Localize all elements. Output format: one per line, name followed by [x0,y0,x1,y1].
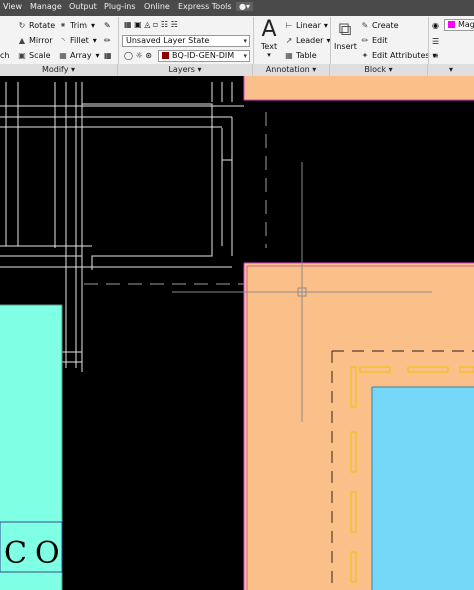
drawing-canvas[interactable]: CO [0,76,474,590]
modify-panel-title[interactable]: Modify ▾ [0,64,118,76]
array-dropdown-icon[interactable]: ▾ [96,51,100,60]
chevron-down-icon: ▾ [267,51,271,59]
menu-express-tools[interactable]: Express Tools [178,2,232,11]
layer-state-dropdown[interactable]: Unsaved Layer State ▾ [122,35,250,47]
menu-output[interactable]: Output [69,2,97,11]
menu-online[interactable]: Online [144,2,170,11]
text-button[interactable]: A Text ▾ [258,19,280,59]
chevron-down-icon: ▾ [243,52,247,60]
rotate-button[interactable]: ↻ Rotate [17,20,56,31]
drawing-svg [0,76,474,590]
block-panel-title[interactable]: Block ▾ [330,64,428,76]
scale-icon: ▣ [18,51,26,60]
text-large-a-icon: A [261,17,277,42]
leader-icon: ↗ [285,36,293,45]
array-button[interactable]: ▦ Array ▾ [58,50,100,61]
edit-block-button[interactable]: ✏ Edit [360,35,388,46]
menu-view[interactable]: View [3,2,22,11]
menu-manage[interactable]: Manage [30,2,62,11]
current-layer-dropdown[interactable]: BQ-ID-GEN-DIM ▾ [158,50,250,62]
mirror-icon: ▲ [18,36,26,45]
annotation-panel-title[interactable]: Annotation ▾ [253,64,330,76]
properties-panel-title[interactable]: ▾ [428,64,474,76]
color-dropdown[interactable]: Mag [444,19,474,31]
fillet-icon: ◝ [61,36,65,45]
menu-plugins[interactable]: Plug-ins [104,2,136,11]
table-button[interactable]: ▦ Table [284,50,316,61]
chevron-down-icon: ▾ [243,37,247,45]
blue-hatch [372,387,474,590]
mirror-button[interactable]: ▲ Mirror [17,35,53,46]
trim-button[interactable]: ⁕ Trim ▾ [58,20,95,31]
insert-button[interactable]: ⧉ Insert [334,19,357,52]
color-swatch [448,21,455,28]
linear-button[interactable]: ⊢ Linear ▾ [284,20,328,31]
edit-block-icon: ✏ [361,36,369,45]
linear-dropdown-icon[interactable]: ▾ [324,21,328,30]
array-icon: ▦ [59,51,67,60]
rotate-icon: ↻ [18,21,26,30]
partial-drawing-text: CO [4,536,68,571]
layer-status-icons: ◯ ☼ ⊛ [124,51,152,60]
layer-color-swatch [162,52,169,59]
layer-tools-icons[interactable]: ▦ ▣ ◬ ▫ ☷ ☵ [124,19,178,30]
create-block-button[interactable]: ✎ Create [360,20,399,31]
edit-attributes-button[interactable]: ✦ Edit Attributes ▾ [360,50,437,61]
fillet-button[interactable]: ◝ Fillet ▾ [58,35,97,46]
video-dropdown-icon[interactable]: ●▾ [236,2,253,11]
grid-tool-icon[interactable]: ▦ [104,50,112,61]
trim-icon: ⁕ [59,21,67,30]
edit-tool-icon[interactable]: ✏ [104,35,111,46]
table-icon: ▦ [285,51,293,60]
linear-dim-icon: ⊢ [285,21,293,30]
stretch-button[interactable]: ch [0,50,9,61]
edit-attributes-icon: ✦ [361,51,369,60]
trim-dropdown-icon[interactable]: ▾ [91,21,95,30]
linetype-icon[interactable]: ≡ [432,50,439,61]
layers-panel-title[interactable]: Layers ▾ [118,64,253,76]
menu-bar: View Manage Output Plug-ins Online Expre… [0,0,474,16]
orange-hatch-top [244,76,474,100]
create-block-icon: ✎ [361,21,369,30]
color-wheel-icon[interactable]: ◉ [432,20,439,31]
leader-button[interactable]: ↗ Leader ▾ [284,35,331,46]
insert-block-icon: ⧉ [338,19,352,40]
lineweight-icon[interactable]: ☰ [432,36,439,47]
brush-tool-icon[interactable]: ✎ [104,20,111,31]
scale-button[interactable]: ▣ Scale [17,50,50,61]
fillet-dropdown-icon[interactable]: ▾ [93,36,97,45]
